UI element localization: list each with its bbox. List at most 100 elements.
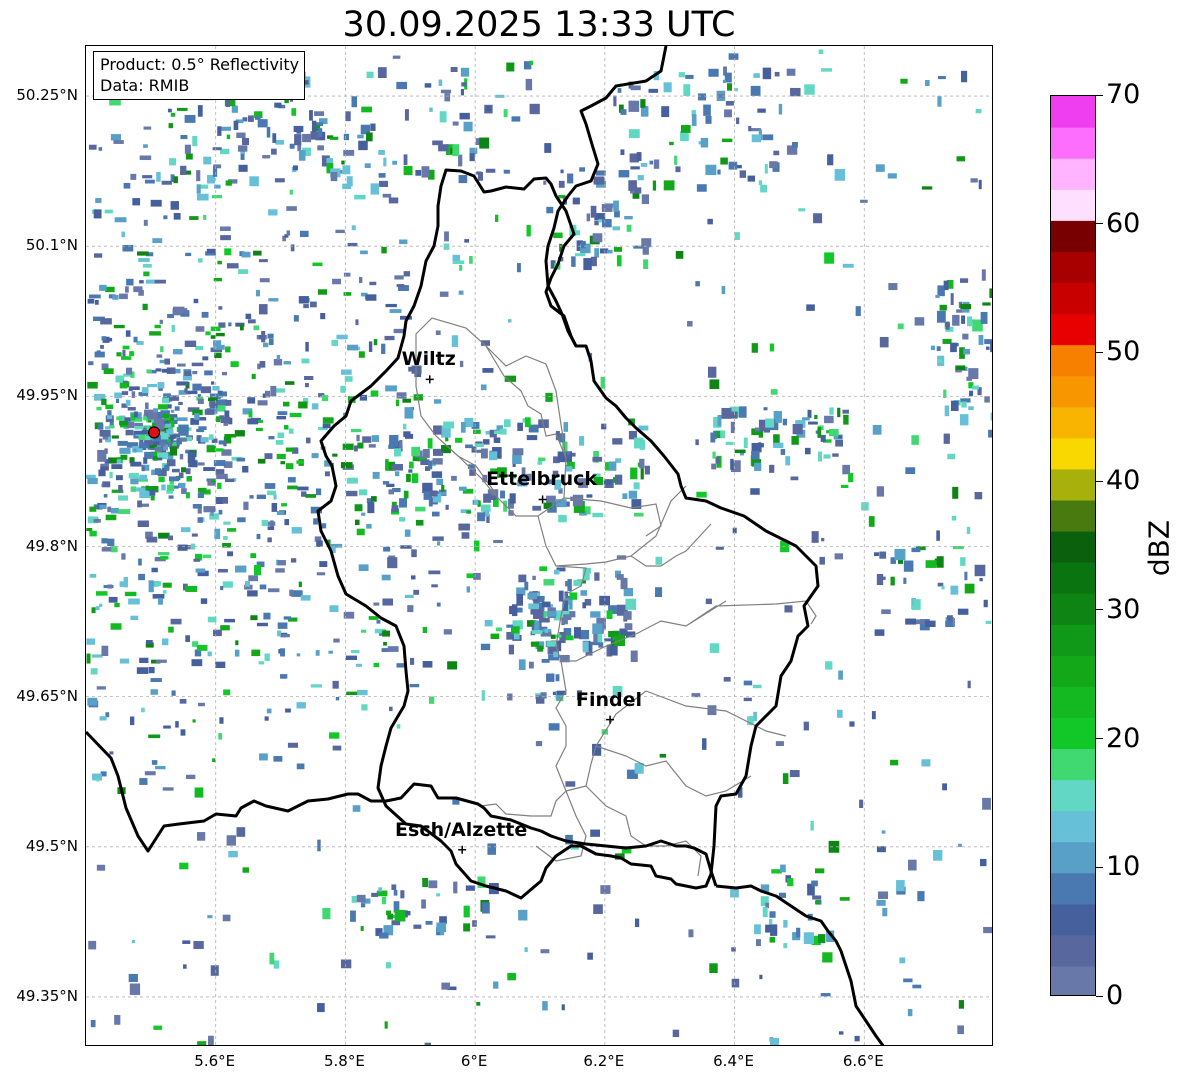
echo-cell (100, 466, 109, 471)
echo-cell (178, 482, 186, 487)
echo-cell (210, 965, 219, 976)
echo-cell (163, 725, 171, 729)
echo-cell (959, 414, 969, 426)
echo-cell (259, 584, 267, 590)
echo-cell (109, 99, 121, 106)
echo-cell (431, 511, 440, 517)
echo-cell (823, 454, 831, 459)
echo-cell (142, 303, 148, 311)
echo-cell (613, 200, 619, 212)
city-label: Esch/Alzette (395, 818, 528, 841)
echo-cell (905, 618, 917, 625)
echo-cell (479, 137, 490, 149)
echo-cell (122, 349, 126, 357)
echo-cell (992, 607, 993, 612)
echo-cell (728, 161, 738, 170)
echo-cell (322, 908, 331, 920)
echo-cell (276, 354, 281, 360)
echo-cell (639, 458, 645, 469)
echo-cell (361, 512, 366, 516)
echo-cell (357, 689, 368, 696)
echo-cell (411, 549, 417, 558)
echo-cell (212, 147, 222, 151)
echo-cell (223, 535, 228, 540)
echo-cell (820, 68, 832, 72)
echo-cell (905, 467, 916, 474)
echo-cell (227, 528, 237, 532)
echo-cell (415, 506, 426, 512)
echo-cell (184, 388, 188, 393)
echo-cell (264, 483, 276, 489)
echo-cell (358, 489, 368, 496)
echo-cell (248, 575, 259, 582)
echo-cell (173, 176, 178, 184)
echo-cell (170, 434, 176, 439)
echo-cell (184, 340, 197, 347)
echo-cell (477, 172, 484, 181)
echo-cell (121, 231, 126, 238)
echo-cell (284, 381, 295, 385)
echo-cell (319, 561, 328, 568)
echo-cell (373, 602, 380, 606)
echo-cell (366, 71, 374, 79)
colorbar-segment (1051, 717, 1095, 750)
echo-cell (471, 446, 477, 453)
echo-cell (261, 330, 266, 343)
echo-cell (558, 180, 565, 188)
echo-cell (329, 732, 340, 739)
echo-cell (880, 576, 886, 580)
echo-cell (639, 439, 646, 450)
echo-cell (389, 309, 402, 313)
echo-cell (784, 605, 793, 613)
echo-cell (99, 716, 107, 721)
echo-cell (223, 521, 231, 525)
echo-cell (277, 630, 282, 637)
echo-cell (524, 581, 529, 591)
echo-cell (151, 567, 158, 573)
echo-cell (200, 386, 212, 394)
radar-map[interactable] (85, 45, 993, 1046)
echo-cell (518, 574, 527, 583)
colorbar-segment (1051, 779, 1095, 812)
echo-cell (160, 346, 164, 353)
echo-cell (458, 523, 470, 531)
echo-cell (410, 575, 416, 580)
echo-cell (142, 263, 152, 268)
echo-cell (537, 460, 543, 465)
echo-cell (213, 340, 222, 346)
echo-cell (167, 108, 172, 113)
echo-cell (139, 280, 144, 284)
echo-cell (703, 104, 711, 116)
echo-cell (193, 298, 199, 304)
echo-cell (764, 164, 768, 174)
echo-cell (896, 880, 905, 892)
echo-cell (472, 920, 477, 927)
echo-cell (158, 598, 163, 605)
colorbar-segment (1051, 593, 1095, 625)
echo-cell (492, 499, 499, 507)
echo-cell (724, 109, 732, 118)
echo-cell (146, 536, 158, 543)
echo-cell (207, 651, 212, 657)
echo-cell (727, 83, 733, 91)
echo-cell (558, 590, 564, 602)
echo-cell (280, 461, 286, 465)
echo-cell (443, 421, 455, 429)
echo-cell (773, 442, 784, 449)
echo-cell (643, 259, 649, 269)
echo-cell (95, 606, 100, 611)
echo-cell (563, 422, 569, 432)
echo-cell (712, 451, 716, 459)
echo-cell (237, 145, 248, 152)
echo-cell (264, 453, 273, 460)
echo-cell (183, 964, 187, 969)
echo-cell (228, 851, 238, 858)
echo-cell (324, 471, 330, 477)
echo-cell (633, 482, 640, 490)
echo-cell (388, 197, 399, 204)
echo-cell (663, 180, 675, 191)
echo-cell (503, 419, 511, 428)
echo-cell (751, 450, 760, 460)
echo-cell (950, 585, 959, 595)
echo-cell (989, 288, 992, 298)
